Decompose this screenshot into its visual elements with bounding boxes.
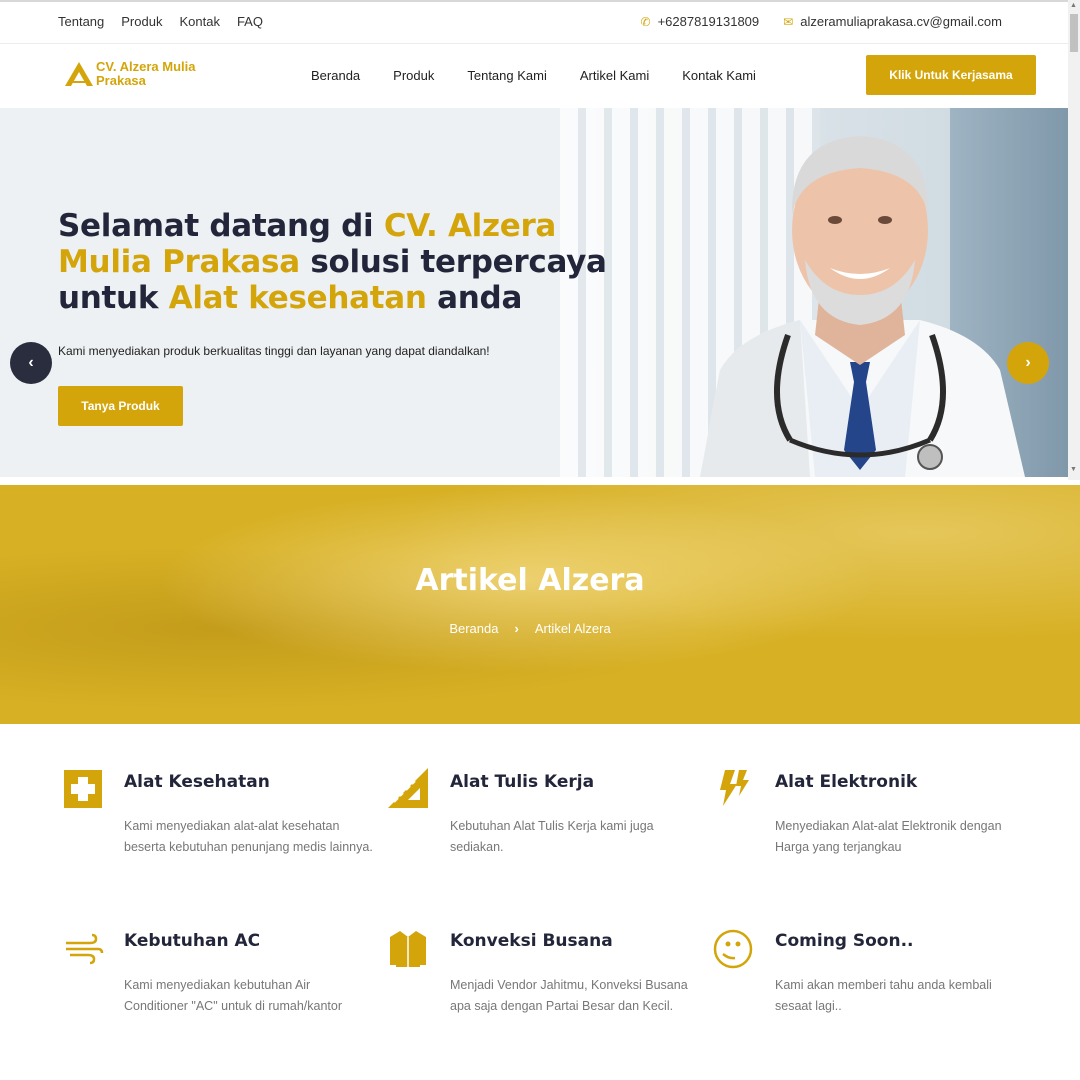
hero-title: Selamat datang di CV. Alzera Mulia Praka…: [58, 208, 618, 316]
service-description: Kebutuhan Alat Tulis Kerja kami juga sed…: [450, 819, 654, 854]
service-description: Kami menyediakan alat-alat kesehatan bes…: [124, 819, 373, 854]
hero-title-highlight: Alat kesehatan: [168, 280, 427, 316]
ruler-triangle-icon: [388, 768, 428, 808]
slider-next-button[interactable]: ›: [1007, 342, 1049, 384]
service-description: Kami menyediakan kebutuhan Air Condition…: [124, 978, 343, 1013]
scroll-up-icon[interactable]: ▲: [1070, 2, 1077, 9]
top-links: Tentang Produk Kontak FAQ: [58, 14, 280, 29]
phone-icon: ✆: [640, 14, 651, 29]
top-link-kontak[interactable]: Kontak: [179, 14, 219, 29]
smiley-icon: [713, 929, 753, 969]
ask-product-button[interactable]: Tanya Produk: [58, 386, 183, 426]
nav-item-produk[interactable]: Produk: [393, 68, 434, 83]
hero-subtitle: Kami menyediakan produk berkualitas ting…: [58, 344, 490, 358]
envelope-icon: ✉: [783, 14, 794, 29]
page-banner: Artikel Alzera Beranda › Artikel Alzera: [0, 485, 1080, 724]
logo-icon: [65, 62, 93, 86]
hero-title-part: Selamat datang di: [58, 208, 384, 244]
scroll-down-icon[interactable]: ▼: [1070, 466, 1077, 473]
chevron-right-icon: ›: [1025, 354, 1031, 371]
top-link-faq[interactable]: FAQ: [237, 14, 263, 29]
doctor-image: [700, 136, 1025, 477]
nav-item-kontak-kami[interactable]: Kontak Kami: [682, 68, 756, 83]
top-contact: ✆ +6287819131809 ✉ alzeramuliaprakasa.cv…: [641, 14, 1003, 29]
medical-cross-icon: [64, 770, 102, 808]
service-title: Alat Kesehatan: [124, 772, 270, 792]
breadcrumb-home[interactable]: Beranda: [449, 621, 498, 636]
email-address[interactable]: alzeramuliaprakasa.cv@gmail.com: [800, 14, 1002, 29]
nav-menu: Beranda Produk Tentang Kami Artikel Kami…: [311, 68, 789, 83]
chevron-right-icon: ›: [514, 621, 519, 636]
service-title: Kebutuhan AC: [124, 931, 261, 951]
service-title: Alat Elektronik: [775, 772, 918, 792]
chevron-left-icon: ‹: [28, 354, 34, 371]
nav-item-beranda[interactable]: Beranda: [311, 68, 360, 83]
service-description: Menjadi Vendor Jahitmu, Konveksi Busana …: [450, 978, 688, 1013]
slider-prev-button[interactable]: ‹: [10, 342, 52, 384]
wind-icon: [66, 933, 104, 965]
nav-item-artikel-kami[interactable]: Artikel Kami: [580, 68, 649, 83]
services-section: Alat Kesehatan Kami menyediakan alat-ala…: [0, 724, 1080, 1080]
top-bar: Tentang Produk Kontak FAQ ✆ +62878191318…: [0, 0, 1068, 44]
banner-background: [0, 485, 1080, 724]
main-nav: CV. Alzera Mulia Prakasa Beranda Produk …: [0, 44, 1068, 108]
service-title: Alat Tulis Kerja: [450, 772, 595, 792]
partnership-button[interactable]: Klik Untuk Kerjasama: [866, 55, 1036, 95]
top-link-tentang[interactable]: Tentang: [58, 14, 104, 29]
logo-text: CV. Alzera Mulia Prakasa: [96, 59, 196, 88]
scrollbar-thumb[interactable]: [1070, 14, 1078, 52]
breadcrumb: Beranda › Artikel Alzera: [0, 621, 1060, 636]
breadcrumb-current: Artikel Alzera: [534, 621, 611, 636]
page-title: Artikel Alzera: [415, 563, 645, 598]
logo[interactable]: CV. Alzera Mulia Prakasa: [64, 60, 216, 88]
top-link-produk[interactable]: Produk: [121, 14, 162, 29]
service-description: Menyediakan Alat-alat Elektronik dengan …: [775, 819, 1002, 854]
service-title: Konveksi Busana: [450, 931, 613, 951]
phone-number[interactable]: +6287819131809: [658, 14, 760, 29]
hero-slider: Selamat datang di CV. Alzera Mulia Praka…: [0, 108, 1068, 477]
nav-item-tentang-kami[interactable]: Tentang Kami: [467, 68, 547, 83]
hero-title-part: anda: [426, 280, 523, 316]
lightning-icon: [720, 770, 749, 806]
service-title: Coming Soon..: [775, 931, 914, 951]
service-description: Kami akan memberi tahu anda kembali sesa…: [775, 978, 992, 1013]
scrollbar[interactable]: ▲ ▼: [1068, 0, 1080, 480]
jacket-icon: [390, 931, 426, 967]
